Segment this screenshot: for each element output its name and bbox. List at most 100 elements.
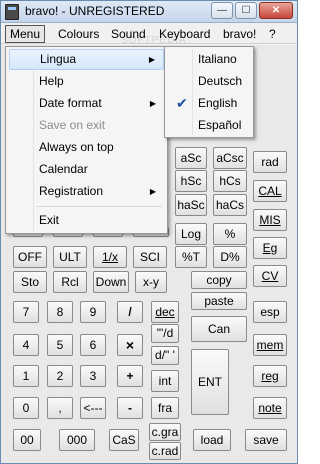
app-window: bravo! - UNREGISTERED — ☐ ✕ Menu Colours… — [0, 0, 298, 464]
lang-item-label: Español — [198, 118, 242, 132]
digit-0-button[interactable]: 0 — [13, 397, 39, 419]
rad-button[interactable]: rad — [253, 151, 287, 173]
title-bar[interactable]: bravo! - UNREGISTERED — ☐ ✕ — [1, 1, 297, 23]
hsc-button[interactable]: hSc — [175, 170, 207, 192]
mem-button[interactable]: mem — [253, 334, 287, 356]
paste-button[interactable]: paste — [191, 292, 247, 310]
backspace-button[interactable]: <--- — [80, 397, 106, 419]
calculator-icon — [5, 4, 19, 20]
save-button[interactable]: save — [245, 429, 287, 451]
hasc-button[interactable]: haSc — [175, 194, 207, 216]
lang-item-label: English — [198, 96, 238, 110]
lang-item-label: Deutsch — [198, 74, 243, 88]
submenu-arrow-icon: ▶ — [149, 99, 156, 108]
sci-button[interactable]: SCI — [133, 246, 167, 268]
down-button[interactable]: Down — [93, 271, 129, 293]
delta-percent-button[interactable]: D% — [213, 246, 247, 268]
lang-item-label: Italiano — [198, 52, 237, 66]
menu-item-registration[interactable]: Registration ▶ — [9, 181, 164, 202]
c-gra-button[interactable]: c.gra — [149, 423, 181, 441]
log-button[interactable]: Log — [175, 223, 207, 245]
copy-button[interactable]: copy — [191, 271, 247, 289]
menu-item-label: Registration — [39, 184, 104, 198]
note-button[interactable]: note — [253, 397, 287, 419]
digit-1-button[interactable]: 1 — [13, 365, 39, 387]
minus-button[interactable]: - — [117, 397, 143, 419]
off-button[interactable]: OFF — [13, 246, 47, 268]
window-title: bravo! - UNREGISTERED — [25, 4, 165, 18]
digit-6-button[interactable]: 6 — [80, 334, 106, 356]
digit-3-button[interactable]: 3 — [80, 365, 106, 387]
digit-5-button[interactable]: 5 — [47, 334, 73, 356]
dms-reverse-button[interactable]: d/" ' — [151, 346, 179, 365]
ult-button[interactable]: ULT — [53, 246, 87, 268]
double-zero-button[interactable]: 00 — [13, 429, 41, 451]
menu-item-label: Save on exit — [39, 118, 106, 132]
mis-button[interactable]: MIS — [253, 209, 287, 231]
reciprocal-button[interactable]: 1/x — [93, 246, 127, 268]
digit-8-button[interactable]: 8 — [47, 301, 73, 323]
menu-item-exit[interactable]: Exit — [9, 210, 164, 231]
plus-button[interactable]: + — [117, 365, 143, 387]
minimize-button[interactable]: — — [211, 2, 233, 19]
dec-button[interactable]: dec — [151, 301, 179, 323]
divide-button[interactable]: / — [117, 301, 143, 323]
comma-button[interactable]: , — [47, 397, 73, 419]
lang-item-espanol[interactable]: Español — [168, 115, 250, 136]
fra-button[interactable]: fra — [151, 397, 179, 419]
asc-button[interactable]: aSc — [175, 147, 207, 169]
cas-button[interactable]: CaS — [109, 429, 139, 451]
percent-t-button[interactable]: %T — [175, 246, 207, 268]
menu-item-date-format[interactable]: Date format ▶ — [9, 93, 164, 114]
c-rad-button[interactable]: c.rad — [149, 442, 181, 460]
percent-button[interactable]: % — [213, 223, 247, 245]
eg-button[interactable]: Eg — [253, 237, 287, 259]
digit-7-button[interactable]: 7 — [13, 301, 39, 323]
hacs-button[interactable]: haCs — [213, 194, 247, 216]
sto-button[interactable]: Sto — [13, 271, 47, 293]
submenu-arrow-icon: ▶ — [148, 55, 155, 64]
lang-item-deutsch[interactable]: Deutsch — [168, 71, 250, 92]
maximize-button[interactable]: ☐ — [235, 2, 257, 19]
submenu-arrow-icon: ▶ — [149, 187, 156, 196]
main-dropdown-menu: Lingua ▶ Help Date format ▶ Save on exit… — [5, 46, 168, 234]
enter-button[interactable]: ENT — [191, 349, 229, 415]
hcs-button[interactable]: hCs — [213, 170, 247, 192]
menu-item-label: Exit — [39, 213, 60, 227]
digit-4-button[interactable]: 4 — [13, 334, 39, 356]
menu-colours[interactable]: Colours — [58, 27, 99, 41]
close-button[interactable]: ✕ — [259, 2, 293, 19]
int-button[interactable]: int — [151, 370, 179, 392]
menu-item-save-on-exit: Save on exit — [9, 115, 164, 136]
language-submenu: Italiano Deutsch ✔ English Español — [164, 46, 254, 138]
multiply-button[interactable]: × — [117, 334, 143, 356]
swap-xy-button[interactable]: x-y — [135, 271, 167, 293]
menu-item-label: Calendar — [39, 162, 88, 176]
digit-2-button[interactable]: 2 — [47, 365, 73, 387]
menu-item-always-on-top[interactable]: Always on top — [9, 137, 164, 158]
acsc-button[interactable]: aCsc — [213, 147, 247, 169]
menu-item-label: Help — [39, 74, 64, 88]
menu-menu[interactable]: Menu — [5, 25, 46, 43]
load-button[interactable]: load — [193, 429, 231, 451]
watermark: SOFTPEDIA — [121, 35, 187, 46]
cal-button[interactable]: CAL — [253, 180, 287, 202]
menu-bravo[interactable]: bravo! — [223, 27, 256, 41]
reg-button[interactable]: reg — [253, 365, 287, 387]
esp-button[interactable]: esp — [253, 301, 287, 323]
menu-item-label: Lingua — [40, 52, 77, 66]
menu-item-calendar[interactable]: Calendar — [9, 159, 164, 180]
rcl-button[interactable]: Rcl — [53, 271, 87, 293]
lang-item-english[interactable]: ✔ English — [168, 93, 250, 114]
lang-item-italiano[interactable]: Italiano — [168, 49, 250, 70]
can-button[interactable]: Can — [191, 316, 247, 342]
menu-item-help[interactable]: Help — [9, 71, 164, 92]
digit-9-button[interactable]: 9 — [80, 301, 106, 323]
triple-zero-button[interactable]: 000 — [59, 429, 95, 451]
cv-button[interactable]: CV — [253, 265, 287, 287]
dms-button[interactable]: "'/d — [151, 324, 179, 343]
menu-help[interactable]: ? — [269, 27, 276, 41]
menu-separator — [36, 206, 162, 207]
menu-item-lingua[interactable]: Lingua ▶ — [9, 49, 164, 70]
menu-item-label: Date format — [39, 96, 102, 110]
